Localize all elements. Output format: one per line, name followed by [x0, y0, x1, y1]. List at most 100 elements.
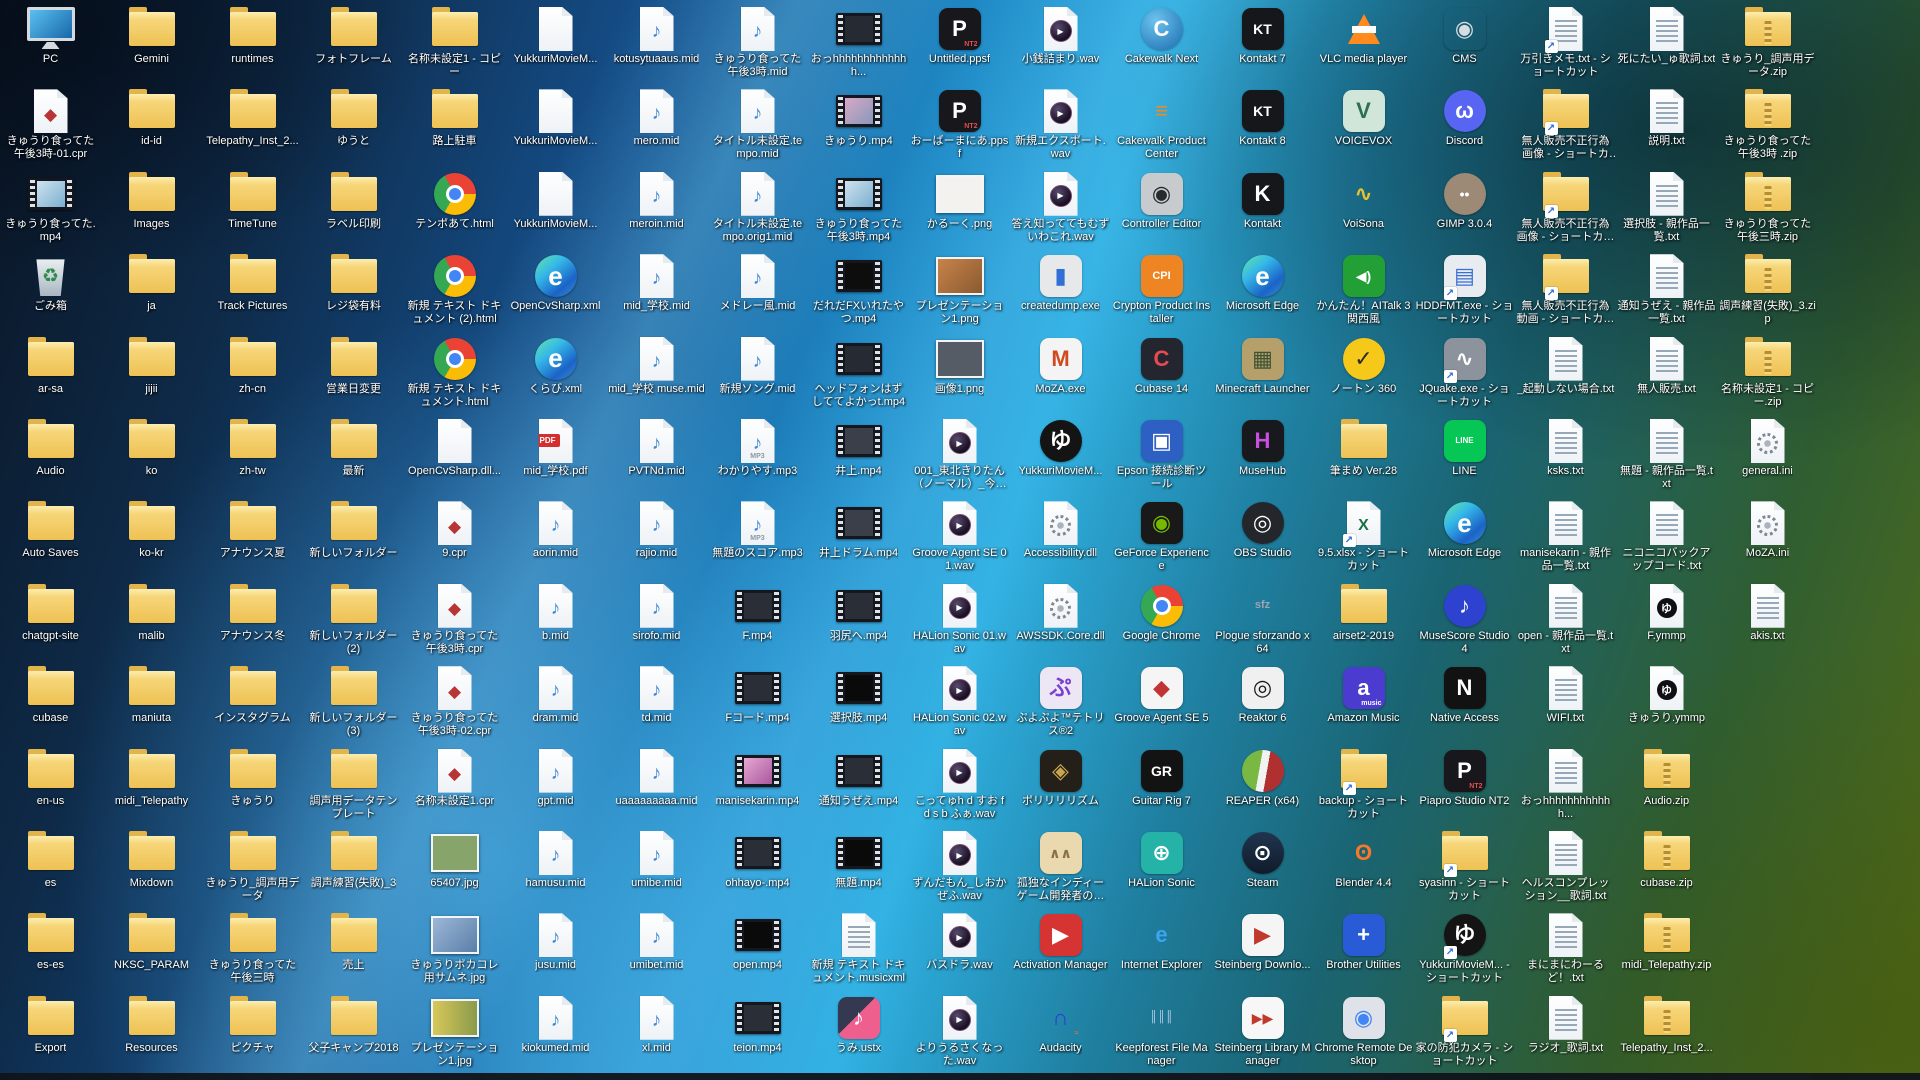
desktop-icon[interactable]: ║║║Keepforest File Manager	[1111, 993, 1212, 1073]
desktop-icon[interactable]: ∩≈Audacity	[1010, 993, 1111, 1073]
desktop-icon[interactable]: OpenCvSharp.dll...	[404, 416, 505, 496]
desktop-icon[interactable]: 無題.mp4	[808, 828, 909, 908]
desktop-icon[interactable]: 新規 テキスト ドキュメント.html	[404, 334, 505, 414]
desktop-icon[interactable]: ♪rajio.mid	[606, 498, 707, 578]
desktop-icon[interactable]: VVOICEVOX	[1313, 86, 1414, 166]
desktop-icon[interactable]: ↗家の防犯カメラ - ショートカット	[1414, 993, 1515, 1073]
desktop-icon[interactable]: 路上駐車	[404, 86, 505, 166]
desktop-icon[interactable]: 売上	[303, 910, 404, 990]
desktop-icon[interactable]: テンポあて.html	[404, 169, 505, 249]
desktop-icon[interactable]: ↗万引きメモ.txt - ショートカット	[1515, 4, 1616, 84]
desktop-icon[interactable]: zh-tw	[202, 416, 303, 496]
desktop-icon[interactable]: id-id	[101, 86, 202, 166]
desktop-icon[interactable]: ゆ↗YukkuriMovieM... - ショートカット	[1414, 910, 1515, 990]
desktop-icon[interactable]: ♪gpt.mid	[505, 746, 606, 826]
desktop-icon[interactable]: Images	[101, 169, 202, 249]
desktop-icon[interactable]: _起動しない場合.txt	[1515, 334, 1616, 414]
desktop-icon[interactable]: ▶HALion Sonic 02.wav	[909, 663, 1010, 743]
desktop-icon[interactable]: manisekarin - 親作品一覧.txt	[1515, 498, 1616, 578]
desktop-icon[interactable]: ラベル印刷	[303, 169, 404, 249]
desktop-icon[interactable]: eInternet Explorer	[1111, 910, 1212, 990]
desktop-icon[interactable]: ♪kiokumed.mid	[505, 993, 606, 1073]
desktop-icon[interactable]: ♪mero.mid	[606, 86, 707, 166]
desktop-icon[interactable]: ▶小銭詰まり.wav	[1010, 4, 1111, 84]
desktop-icon[interactable]: MoZA.ini	[1717, 498, 1818, 578]
desktop-icon[interactable]: +Brother Utilities	[1313, 910, 1414, 990]
desktop-icon[interactable]: ar-sa	[0, 334, 101, 414]
desktop-icon[interactable]: ◎OBS Studio	[1212, 498, 1313, 578]
desktop-icon[interactable]: 説明.txt	[1616, 86, 1717, 166]
desktop-icon[interactable]: ♪kotusytuaaus.mid	[606, 4, 707, 84]
desktop-icon[interactable]: ⊙Steam	[1212, 828, 1313, 908]
desktop-icon[interactable]: eMicrosoft Edge	[1414, 498, 1515, 578]
desktop-icon[interactable]: KTKontakt 7	[1212, 4, 1313, 84]
desktop-icon[interactable]: ▶Groove Agent SE 01.wav	[909, 498, 1010, 578]
desktop-icon[interactable]: 新規 テキスト ドキュメント (2).html	[404, 251, 505, 331]
desktop-icon[interactable]: ぷぷよぷよ™テトリス®2	[1010, 663, 1111, 743]
desktop-icon[interactable]: Google Chrome	[1111, 581, 1212, 661]
desktop-icon[interactable]: Fコード.mp4	[707, 663, 808, 743]
desktop-icon[interactable]: ◎Reaktor 6	[1212, 663, 1313, 743]
desktop-icon[interactable]: ko-kr	[101, 498, 202, 578]
desktop-icon[interactable]: ♪umibe.mid	[606, 828, 707, 908]
desktop-icon[interactable]: REAPER (x64)	[1212, 746, 1313, 826]
desktop-icon[interactable]: Export	[0, 993, 101, 1073]
desktop-icon[interactable]: ◉CMS	[1414, 4, 1515, 84]
desktop-icon[interactable]: ♪mid_学校 muse.mid	[606, 334, 707, 414]
desktop-icon[interactable]: airset2-2019	[1313, 581, 1414, 661]
desktop-icon[interactable]: 無題 - 親作品一覧.txt	[1616, 416, 1717, 496]
desktop-icon[interactable]: ◉GeForce Experience	[1111, 498, 1212, 578]
desktop-icon[interactable]: ♪xl.mid	[606, 993, 707, 1073]
desktop-icon[interactable]: ▶001_東北きりたん（ノーマル）_今じゃ...	[909, 416, 1010, 496]
desktop-icon[interactable]: Audio.zip	[1616, 746, 1717, 826]
desktop-icon[interactable]: eOpenCvSharp.xml	[505, 251, 606, 331]
taskbar[interactable]	[0, 1073, 1920, 1080]
desktop-icon[interactable]: YukkuriMovieM...	[505, 86, 606, 166]
desktop-icon[interactable]: amusicAmazon Music	[1313, 663, 1414, 743]
desktop-icon[interactable]: ♪sirofo.mid	[606, 581, 707, 661]
desktop-icon[interactable]: 死にたい_ゅ歌詞.txt	[1616, 4, 1717, 84]
desktop-icon[interactable]: ゆうと	[303, 86, 404, 166]
desktop-icon[interactable]: おっhhhhhhhhhhhhh...	[808, 4, 909, 84]
desktop-icon[interactable]: AWSSDK.Core.dll	[1010, 581, 1111, 661]
desktop-icon[interactable]: きゅうり食ってた午後三時.zip	[1717, 169, 1818, 249]
desktop-icon[interactable]: ksks.txt	[1515, 416, 1616, 496]
desktop-icon[interactable]: Gemini	[101, 4, 202, 84]
desktop-icon[interactable]: ♪dram.mid	[505, 663, 606, 743]
desktop-icon[interactable]: ヘッドフォンはずしててよかっt.mp4	[808, 334, 909, 414]
desktop-icon[interactable]: ◀)かんたん！AITalk 3 関西風	[1313, 251, 1414, 331]
desktop-icon[interactable]: YukkuriMovieM...	[505, 4, 606, 84]
desktop-icon[interactable]: ▶バスドラ.wav	[909, 910, 1010, 990]
desktop-icon[interactable]: maniuta	[101, 663, 202, 743]
desktop-icon[interactable]: ヘルスコンプレッション__歌詞.txt	[1515, 828, 1616, 908]
desktop-icon[interactable]: ↗無人販売不正行為 画像 - ショートカット	[1515, 169, 1616, 249]
desktop-icon[interactable]: 営業日変更	[303, 334, 404, 414]
desktop-icon[interactable]: 羽尻へ.mp4	[808, 581, 909, 661]
desktop-icon[interactable]: 無人販売.txt	[1616, 334, 1717, 414]
desktop-icon[interactable]: きゅうりボカコレ用サムネ.jpg	[404, 910, 505, 990]
desktop-icon[interactable]: ohhayo-.mp4	[707, 828, 808, 908]
desktop-icon[interactable]: Accessibility.dll	[1010, 498, 1111, 578]
desktop-icon[interactable]: ✓ノートン 360	[1313, 334, 1414, 414]
desktop-icon[interactable]: ♪umibet.mid	[606, 910, 707, 990]
desktop-icon[interactable]: ◆9.cpr	[404, 498, 505, 578]
desktop-icon[interactable]: インスタグラム	[202, 663, 303, 743]
desktop-icon[interactable]: 井上.mp4	[808, 416, 909, 496]
desktop-icon[interactable]: LINELINE	[1414, 416, 1515, 496]
desktop-icon[interactable]: ♪PVTNd.mid	[606, 416, 707, 496]
desktop-icon[interactable]: フォトフレーム	[303, 4, 404, 84]
desktop-icon[interactable]: ♪MP3無題のスコア.mp3	[707, 498, 808, 578]
desktop-icon[interactable]: ◉Controller Editor	[1111, 169, 1212, 249]
desktop-icon[interactable]: 筆まめ Ver.28	[1313, 416, 1414, 496]
desktop-icon[interactable]: ko	[101, 416, 202, 496]
desktop-icon[interactable]: ▶新規エクスポート.wav	[1010, 86, 1111, 166]
desktop-icon[interactable]: ♪uaaaaaaaaa.mid	[606, 746, 707, 826]
desktop-icon[interactable]: CCakewalk Next	[1111, 4, 1212, 84]
desktop-icon[interactable]: ▶HALion Sonic 01.wav	[909, 581, 1010, 661]
desktop-icon[interactable]: Audio	[0, 416, 101, 496]
desktop-icon[interactable]: sfzPlogue sforzando x64	[1212, 581, 1313, 661]
desktop-icon[interactable]: 選択肢 - 親作品一覧.txt	[1616, 169, 1717, 249]
desktop-icon[interactable]: general.ini	[1717, 416, 1818, 496]
desktop-icon[interactable]: ♪hamusu.mid	[505, 828, 606, 908]
desktop-icon[interactable]: ◆きゅうり食ってた午後3時.cpr	[404, 581, 505, 661]
